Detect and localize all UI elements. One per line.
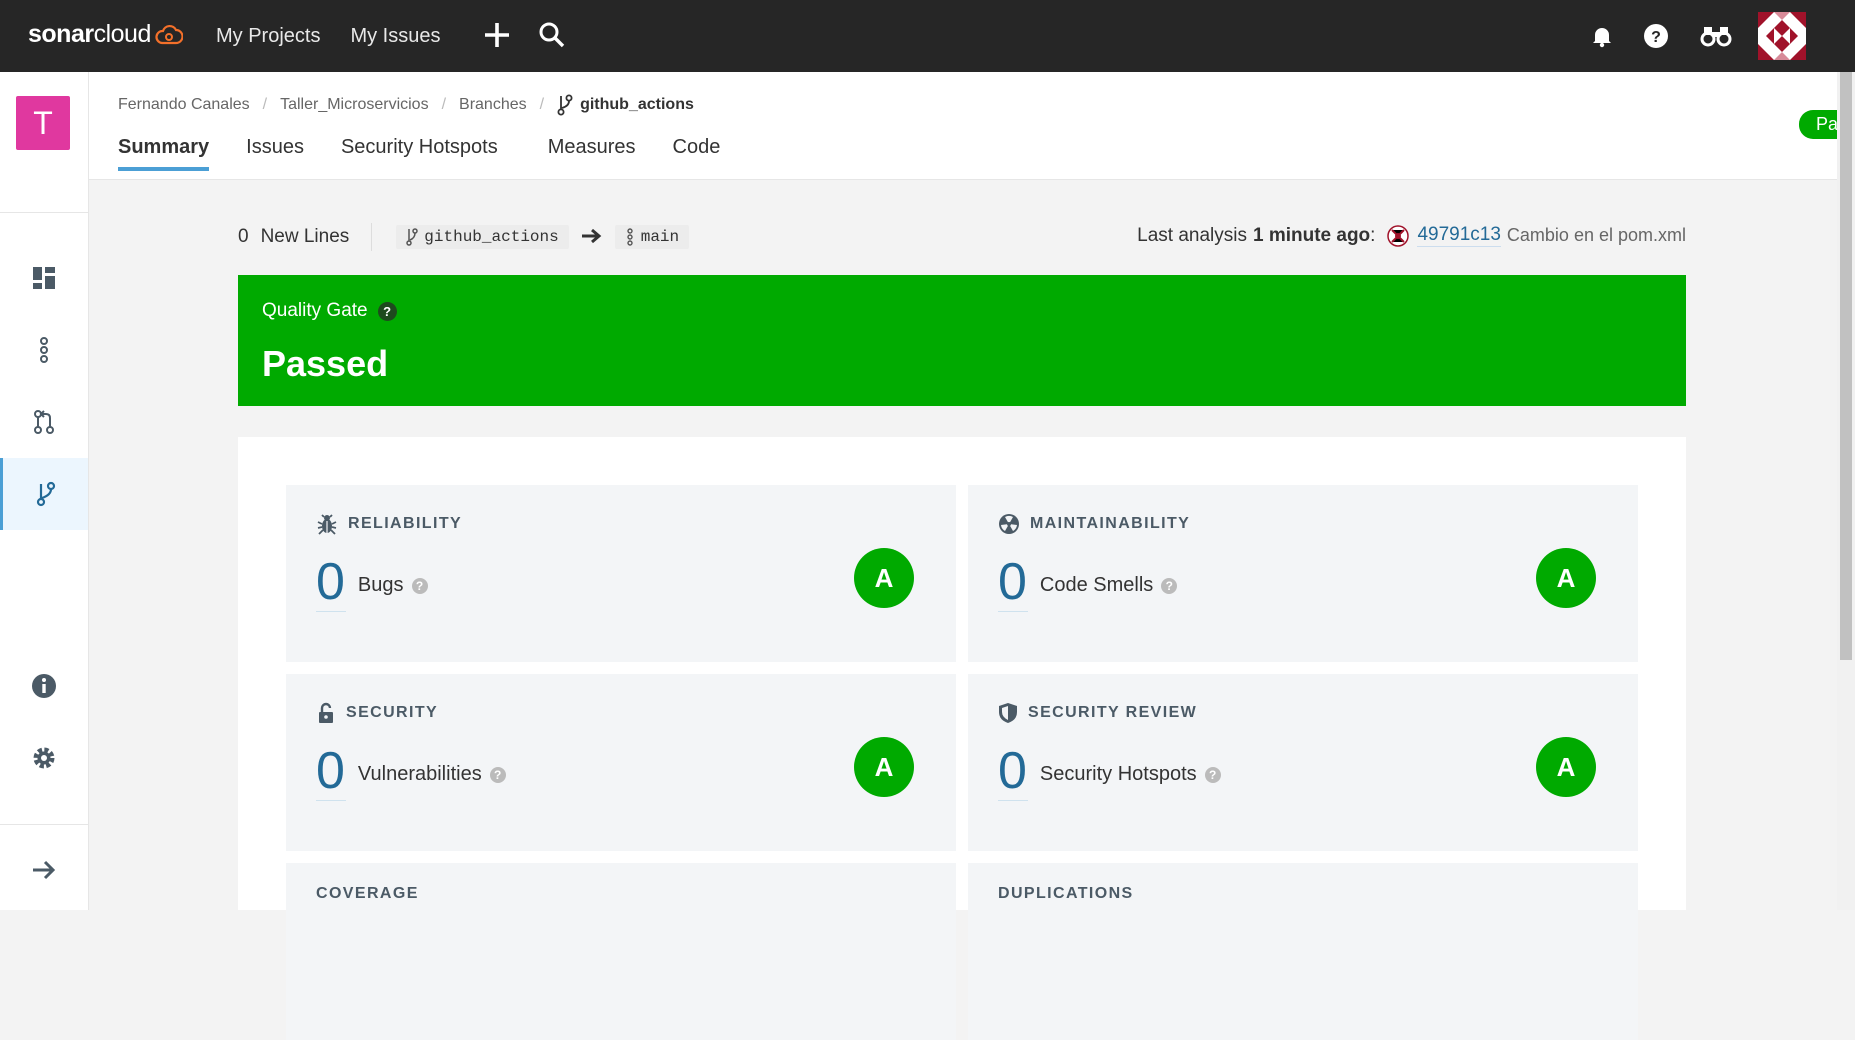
arrow-right-icon [33, 860, 56, 880]
my-projects-link[interactable]: My Projects [212, 25, 324, 48]
sidebar-divider [0, 212, 88, 213]
tab-code[interactable]: Code [673, 136, 721, 171]
security-hotspots-value[interactable]: 0 [998, 744, 1028, 801]
card-title: MAINTAINABILITY [1030, 515, 1191, 532]
tab-issues[interactable]: Issues [246, 136, 304, 171]
help-icon[interactable]: ? [1161, 577, 1178, 594]
binoculars-icon[interactable] [1700, 24, 1732, 48]
cloud-logo-icon [155, 24, 183, 44]
quality-gate-title: Quality Gate ? [262, 300, 397, 322]
breadcrumb-current-branch[interactable]: github_actions [557, 94, 694, 116]
card-title: COVERAGE [316, 885, 419, 902]
info-icon [32, 674, 56, 698]
card-title: RELIABILITY [348, 515, 463, 532]
maintainability-rating[interactable]: A [1536, 548, 1596, 608]
git-branch-icon [406, 228, 419, 246]
measures-panel: RELIABILITY 0 Bugs ? A MAINTAINABILITY 0… [238, 437, 1686, 1040]
project-avatar[interactable]: T [16, 96, 70, 150]
tab-measures[interactable]: Measures [548, 136, 636, 171]
search-icon[interactable] [538, 21, 566, 49]
breadcrumb: Fernando Canales / Taller_Microservicios… [118, 94, 694, 116]
gear-icon [33, 747, 55, 769]
breadcrumb-project[interactable]: Taller_Microservicios [280, 96, 428, 114]
sidebar-expand[interactable] [0, 834, 88, 906]
reliability-card: RELIABILITY 0 Bugs ? A [286, 485, 956, 662]
card-title: DUPLICATIONS [998, 885, 1134, 902]
bugs-label: Bugs [357, 574, 404, 596]
tab-security-hotspots[interactable]: Security Hotspots [341, 136, 498, 171]
help-icon[interactable]: ? [1204, 766, 1221, 783]
sidebar-item-settings[interactable] [0, 722, 88, 794]
breadcrumb-branches[interactable]: Branches [459, 96, 527, 114]
security-hotspots-label: Security Hotspots [1039, 763, 1197, 785]
branch-icon [627, 228, 633, 246]
arrow-right-icon [581, 223, 603, 251]
security-review-card: SECURITY REVIEW 0 Security Hotspots ? A [968, 674, 1638, 851]
code-smells-label: Code Smells [1039, 574, 1154, 596]
sonarcloud-logo[interactable]: sonar cloud [28, 20, 183, 49]
page-header: Fernando Canales / Taller_Microservicios… [89, 72, 1855, 180]
sidebar-divider [0, 824, 88, 825]
sidebar-item-info[interactable] [0, 650, 88, 722]
shield-icon [999, 703, 1017, 723]
top-bar: sonar cloud My Projects My Issues ? [0, 0, 1855, 72]
dashboard-icon [33, 267, 55, 289]
source-branch-chip: github_actions [396, 225, 569, 249]
lock-open-icon [319, 702, 333, 723]
analysis-info-line: 0 New Lines github_actions main Last ana… [238, 222, 1686, 252]
help-icon[interactable]: ? [411, 577, 428, 594]
scrollbar-thumb[interactable] [1840, 72, 1852, 660]
card-title: SECURITY [346, 704, 439, 721]
svg-text:?: ? [1651, 29, 1661, 46]
sidebar-item-pull-requests[interactable] [0, 386, 88, 458]
code-smell-icon [999, 514, 1019, 534]
maintainability-card: MAINTAINABILITY 0 Code Smells ? A [968, 485, 1638, 662]
bugs-value[interactable]: 0 [316, 555, 346, 612]
target-branch-chip: main [614, 225, 690, 249]
security-review-rating[interactable]: A [1536, 737, 1596, 797]
help-icon[interactable]: ? [489, 766, 506, 783]
sidebar-item-branch[interactable] [0, 314, 88, 386]
security-rating[interactable]: A [854, 737, 914, 797]
git-branch-icon [557, 94, 573, 116]
new-lines-count: 0 [238, 226, 249, 247]
new-lines-label: New Lines [260, 226, 350, 247]
my-issues-link[interactable]: My Issues [346, 25, 444, 48]
git-branch-icon [36, 481, 55, 507]
vulnerabilities-value[interactable]: 0 [316, 744, 346, 801]
sidebar-item-overview[interactable] [0, 242, 88, 314]
user-avatar[interactable] [1758, 12, 1806, 60]
bell-icon[interactable] [1590, 24, 1614, 48]
card-title: SECURITY REVIEW [1028, 704, 1198, 721]
help-icon[interactable]: ? [1643, 23, 1669, 49]
last-analysis: Last analysis 1 minute ago : 49791c13 Ca… [1137, 224, 1686, 247]
top-nav: My Projects My Issues [212, 0, 445, 72]
commit-author-avatar [1387, 224, 1410, 247]
code-smells-value[interactable]: 0 [998, 555, 1028, 612]
reliability-rating[interactable]: A [854, 548, 914, 608]
commit-hash-link[interactable]: 49791c13 [1417, 224, 1501, 247]
quality-gate-banner: Quality Gate ? Passed [238, 275, 1686, 406]
plus-icon[interactable] [482, 20, 512, 50]
project-sidebar: T [0, 72, 89, 910]
bug-icon [317, 514, 337, 535]
branch-icon [40, 337, 48, 363]
pull-request-icon [34, 410, 54, 434]
commit-message: Cambio en el pom.xml [1506, 225, 1686, 245]
security-card: SECURITY 0 Vulnerabilities ? A [286, 674, 956, 851]
vulnerabilities-label: Vulnerabilities [357, 763, 482, 785]
quality-gate-status: Passed [262, 343, 389, 384]
help-icon[interactable]: ? [377, 301, 397, 321]
coverage-card: COVERAGE [286, 863, 956, 1040]
tabs: Summary Issues Security Hotspots Measure… [118, 136, 757, 171]
divider [371, 223, 373, 251]
breadcrumb-organization[interactable]: Fernando Canales [118, 96, 250, 114]
tab-summary[interactable]: Summary [118, 136, 210, 171]
sidebar-item-branches[interactable] [0, 458, 88, 530]
duplications-card: DUPLICATIONS [968, 863, 1638, 1040]
